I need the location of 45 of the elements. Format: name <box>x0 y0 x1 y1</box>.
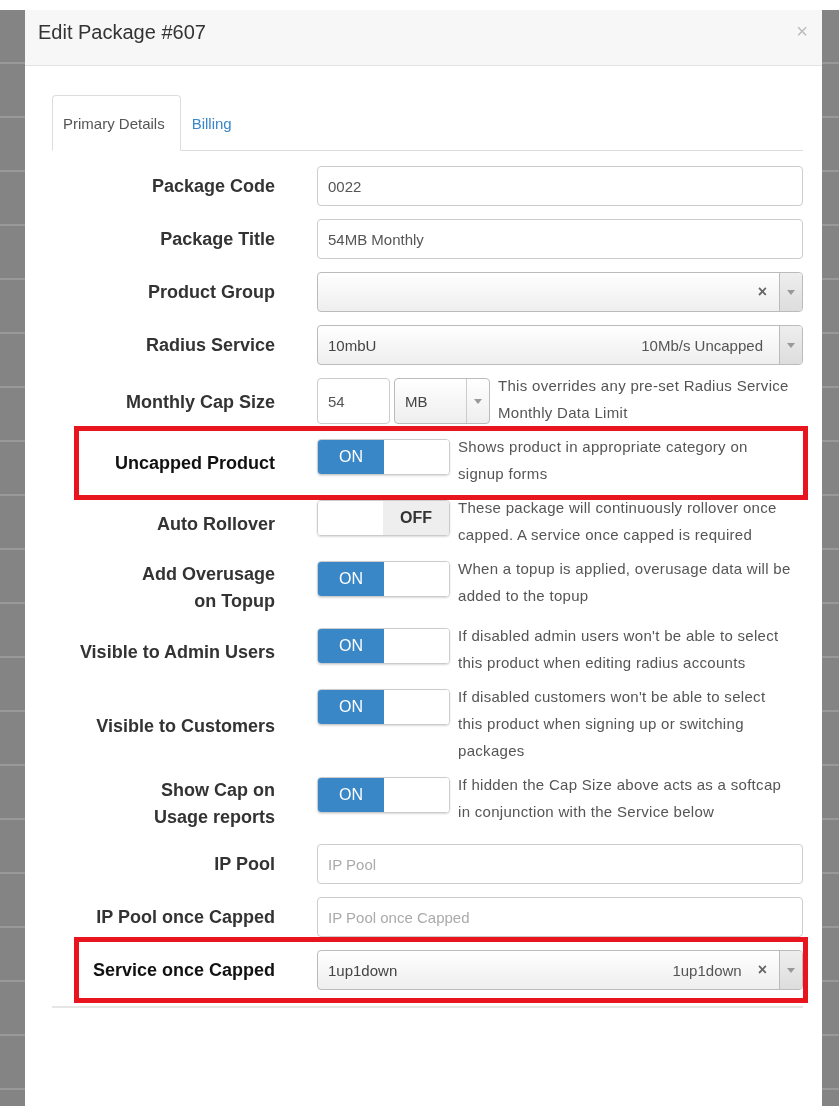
input-field[interactable]: 54 <box>317 378 390 424</box>
unit-select[interactable]: MB <box>394 378 490 424</box>
field-label: Uncapped Product <box>115 451 275 475</box>
field-label: Package Title <box>160 227 275 251</box>
field-label: IP Pool once Capped <box>96 905 275 929</box>
input-field[interactable]: IP Pool once Capped <box>317 897 803 937</box>
select-value: 10mbU <box>327 336 377 354</box>
field-label: Monthly Cap Size <box>126 390 275 414</box>
clear-icon[interactable]: × <box>757 961 767 979</box>
select-field[interactable]: × <box>317 272 803 312</box>
tab[interactable]: Primary Details <box>52 95 181 151</box>
toggle-switch[interactable]: ON <box>317 777 450 813</box>
toggle-switch[interactable]: OFF <box>317 500 450 536</box>
toggle-switch[interactable]: ON <box>317 561 450 597</box>
help-text: If disabled customers won't be able to select this product when signing up or switching packages <box>458 687 767 761</box>
toggle-switch[interactable]: ON <box>317 439 450 475</box>
help-text: These package will continuously rollover once capped. A service once capped is required <box>458 498 778 545</box>
select-detail: 1up1down <box>672 961 742 979</box>
dialog-title: Edit Package #607 <box>38 21 206 44</box>
select-field[interactable]: 10mbU 10Mb/s Uncapped <box>317 325 803 365</box>
clear-icon[interactable]: × <box>757 283 767 301</box>
field-label: Package Code <box>151 174 275 198</box>
toggle-switch[interactable]: ON <box>317 628 450 664</box>
field-label: Service once Capped <box>92 958 275 982</box>
field-label: Visible to Customers <box>96 715 275 738</box>
field-label: IP Pool <box>214 852 275 876</box>
field-label: Show Cap on Usage reports <box>153 779 275 829</box>
toggle-switch[interactable]: ON <box>317 689 450 725</box>
field-label: Auto Rollover <box>157 512 275 536</box>
help-text: This overrides any pre-set Radius Service Monthly Data Limit <box>498 376 790 423</box>
help-text: When a topup is applied, overusage data will be added to the topup <box>458 559 792 606</box>
select-field[interactable]: 1up1down 1up1down × <box>317 950 803 990</box>
select-value: 1up1down <box>327 961 398 979</box>
field-label: Visible to Admin Users <box>79 640 275 664</box>
input-field[interactable]: 0022 <box>317 166 803 206</box>
help-text: If disabled admin users won't be able to select this product when editing radius accounts <box>458 626 780 673</box>
select-detail: 10Mb/s Uncapped <box>641 336 763 354</box>
field-label: Add Overusage on Topup <box>141 563 275 613</box>
tab[interactable]: Billing <box>180 95 248 151</box>
field-label: Product Group <box>148 280 275 304</box>
input-field[interactable]: IP Pool <box>317 844 803 884</box>
help-text: Shows product in appropriate category on signup forms <box>458 437 749 484</box>
field-label: Radius Service <box>145 333 275 357</box>
help-text: If hidden the Cap Size above acts as a softcap in conjunction with the Service below <box>458 775 783 822</box>
input-field[interactable]: 54MB Monthly <box>317 219 803 259</box>
